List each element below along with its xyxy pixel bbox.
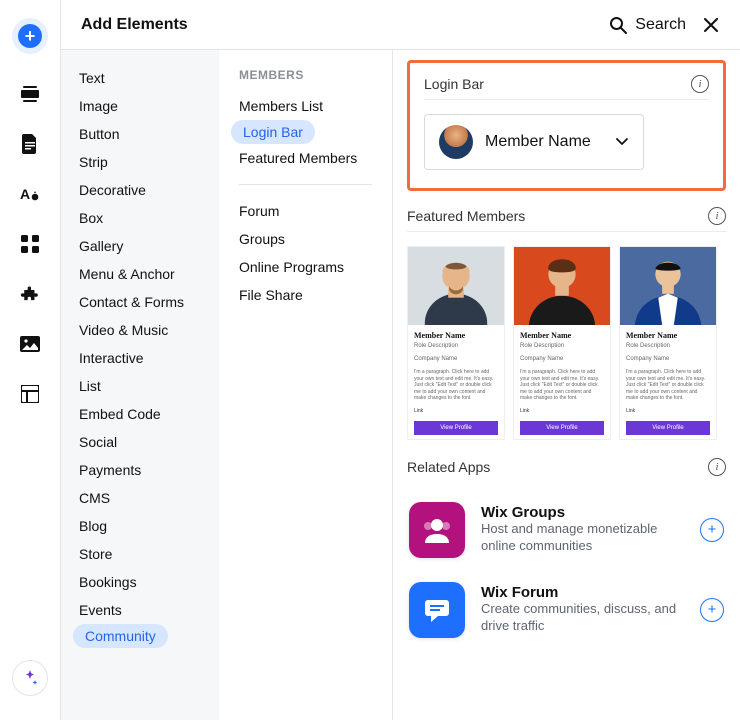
card-member-paragraph: I'm a paragraph. Click here to add your … [626,369,710,402]
category-item[interactable]: Gallery [61,232,219,260]
featured-members-section: Featured Members i Member Name Role Descr… [407,207,726,440]
category-item[interactable]: Blog [61,512,219,540]
subcategory-divider [239,184,372,185]
rail-icon-puzzle[interactable] [20,284,40,304]
close-button[interactable] [702,16,720,34]
login-bar-chip-label: Member Name [485,133,603,151]
card-view-profile-button: View Profile [520,421,604,435]
card-view-profile-button: View Profile [414,421,498,435]
add-elements-panel: Add Elements Search TextImageButtonStrip… [60,0,740,720]
category-item[interactable]: Contact & Forms [61,288,219,316]
card-member-link: Link [520,408,604,414]
category-item[interactable]: Bookings [61,568,219,596]
subcategory-column: MEMBERS Members ListLogin BarFeatured Me… [219,50,393,720]
login-bar-preview[interactable]: Member Name [424,114,644,170]
subcategory-item[interactable]: Online Programs [219,253,392,281]
category-item[interactable]: Community [73,624,168,648]
card-member-name: Member Name [520,331,604,340]
subcategory-item[interactable]: Login Bar [231,120,315,144]
subcategory-item[interactable]: Featured Members [219,144,392,172]
subcategory-item[interactable]: Forum [219,197,392,225]
category-item[interactable]: Events [61,596,219,624]
featured-member-card[interactable]: Member Name Role Description Company Name I… [513,246,611,440]
app-desc: Host and manage monetizable online commu… [481,521,684,555]
category-item[interactable]: Menu & Anchor [61,260,219,288]
info-icon[interactable]: i [708,458,726,476]
related-apps-section: Related Apps i Wix Groups Host and manag… [407,458,726,642]
related-app-row[interactable]: Wix Forum Create communities, discuss, a… [407,578,726,642]
add-app-button[interactable]: + [700,598,724,622]
category-item[interactable]: Button [61,120,219,148]
subcategory-item[interactable]: Groups [219,225,392,253]
app-desc: Create communities, discuss, and drive t… [481,601,684,635]
svg-text:A: A [20,186,30,202]
subcategory-item[interactable]: Members List [219,92,392,120]
card-view-profile-button: View Profile [626,421,710,435]
add-app-button[interactable]: + [700,518,724,542]
search-label: Search [635,16,686,34]
category-item[interactable]: Decorative [61,176,219,204]
card-member-name: Member Name [626,331,710,340]
card-member-name: Member Name [414,331,498,340]
category-item[interactable]: Image [61,92,219,120]
category-item[interactable]: Box [61,204,219,232]
card-member-paragraph: I'm a paragraph. Click here to add your … [414,369,498,402]
card-member-role: Role Description [626,343,710,349]
category-item[interactable]: Interactive [61,344,219,372]
login-bar-highlight: Login Bar i Member Name [407,60,726,191]
featured-member-card[interactable]: Member Name Role Description Company Name I… [619,246,717,440]
rail-icon-data[interactable] [20,384,40,404]
card-member-role: Role Description [520,343,604,349]
card-member-paragraph: I'm a paragraph. Click here to add your … [520,369,604,402]
card-member-company: Company Name [414,356,498,362]
rail-icon-ai[interactable] [12,660,48,696]
close-icon [704,18,718,32]
avatar-icon [439,125,473,159]
related-app-row[interactable]: Wix Groups Host and manage monetizable o… [407,498,726,562]
app-title: Wix Groups [481,504,684,521]
category-column: TextImageButtonStripDecorativeBoxGallery… [61,50,219,720]
category-item[interactable]: Video & Music [61,316,219,344]
search-button[interactable]: Search [609,16,686,34]
side-rail: + A [0,0,60,720]
app-title: Wix Forum [481,584,684,601]
panel-header: Add Elements Search [61,0,740,50]
category-item[interactable]: CMS [61,484,219,512]
search-icon [609,16,627,34]
app-icon-forum [409,582,465,638]
info-icon[interactable]: i [708,207,726,225]
chevron-down-icon [615,135,629,149]
subcategory-item[interactable]: File Share [219,281,392,309]
category-item[interactable]: List [61,372,219,400]
subcategory-heading: MEMBERS [219,68,392,92]
rail-icon-apps[interactable] [20,234,40,254]
info-icon[interactable]: i [691,75,709,93]
plus-icon: + [18,24,42,48]
rail-icon-page[interactable] [20,134,40,154]
add-element-rail-button[interactable]: + [12,18,48,54]
card-member-company: Company Name [626,356,710,362]
featured-member-card[interactable]: Member Name Role Description Company Name I… [407,246,505,440]
card-member-link: Link [626,408,710,414]
card-member-role: Role Description [414,343,498,349]
rail-icon-design[interactable]: A [20,184,40,204]
category-item[interactable]: Store [61,540,219,568]
rail-icon-section[interactable] [20,84,40,104]
login-bar-section-title: Login Bar [424,76,691,92]
category-item[interactable]: Embed Code [61,400,219,428]
category-item[interactable]: Strip [61,148,219,176]
panel-title: Add Elements [81,16,188,34]
card-member-company: Company Name [520,356,604,362]
content-column: Login Bar i Member Name Featured Membe [393,50,740,720]
category-item[interactable]: Payments [61,456,219,484]
featured-members-title: Featured Members [407,208,708,224]
related-apps-title: Related Apps [407,459,708,475]
category-item[interactable]: Social [61,428,219,456]
card-member-link: Link [414,408,498,414]
app-icon-groups [409,502,465,558]
category-item[interactable]: Text [61,64,219,92]
rail-icon-media[interactable] [20,334,40,354]
